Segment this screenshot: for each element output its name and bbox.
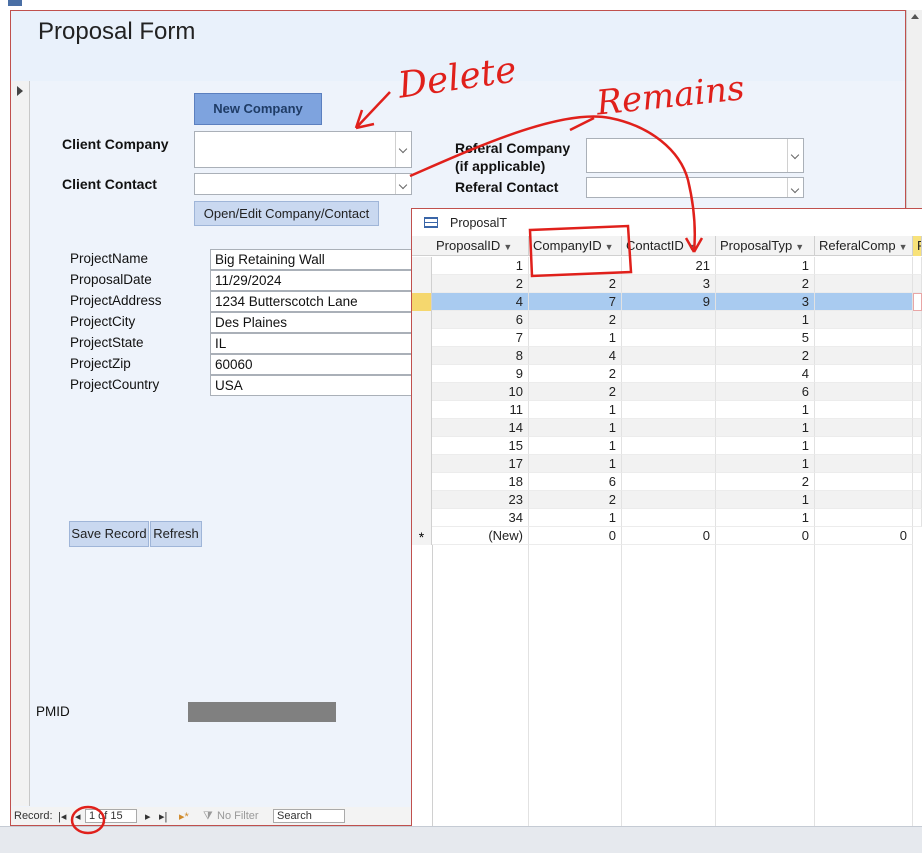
remains-arrow (409, 115, 704, 253)
delete-annotation: Delete (395, 50, 519, 107)
ink-annotations: Delete Remains (70, 50, 746, 835)
delete-arrow (354, 91, 391, 130)
companyid-circle (528, 224, 633, 278)
remains-annotation: Remains (593, 68, 746, 123)
ink-dash (569, 116, 595, 132)
record-position-circle (70, 805, 106, 835)
